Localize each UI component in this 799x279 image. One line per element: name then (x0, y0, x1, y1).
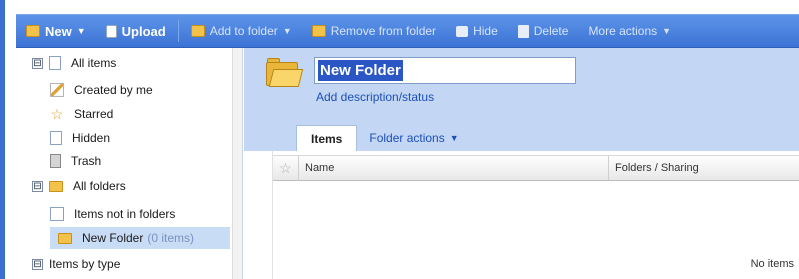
sidebar-item-label: New Folder (82, 231, 144, 245)
folder-icon (49, 180, 63, 192)
folder-name-input[interactable]: New Folder (314, 57, 576, 84)
folder-open-icon (58, 232, 72, 244)
document-icon (49, 56, 61, 70)
upload-icon (105, 24, 117, 38)
folder-icon (190, 25, 205, 37)
remove-folder-icon (311, 25, 326, 37)
sidebar-item-created-by-me[interactable]: Created by me (50, 79, 153, 101)
add-to-folder-button[interactable]: Add to folder ▼ (181, 15, 302, 47)
add-to-folder-label: Add to folder (209, 24, 278, 38)
sidebar-item-all-folders[interactable]: ⊟ All folders (32, 175, 126, 197)
new-button-label: New (45, 23, 72, 39)
upload-button-label: Upload (121, 23, 166, 39)
trash-icon (517, 24, 529, 38)
remove-from-folder-button[interactable]: Remove from folder (302, 15, 446, 47)
chevron-down-icon: ▼ (449, 133, 459, 143)
toolbar-divider (177, 20, 179, 42)
tab-folder-actions[interactable]: Folder actions ▼ (357, 125, 470, 151)
tab-items[interactable]: Items (296, 125, 358, 151)
chevron-down-icon: ▼ (282, 26, 292, 36)
sidebar-item-label: Items not in folders (74, 207, 176, 221)
toolbar: New ▼ Upload Add to folder ▼ Remove from… (16, 14, 799, 48)
new-button[interactable]: New ▼ (16, 15, 96, 47)
delete-button[interactable]: Delete (508, 15, 579, 47)
trash-icon (50, 154, 61, 168)
folder-item-count: (0 items) (147, 231, 195, 245)
list-gutter (244, 151, 273, 279)
star-column-icon[interactable]: ☆ (273, 155, 299, 181)
sidebar-scrollbar[interactable] (232, 48, 242, 279)
hidden-document-icon (50, 131, 62, 145)
add-description-link[interactable]: Add description/status (316, 90, 434, 104)
folder-actions-label: Folder actions (369, 131, 445, 145)
sidebar-item-label: Created by me (74, 83, 153, 97)
column-name[interactable]: Name (299, 156, 609, 180)
more-actions-button[interactable]: More actions ▼ (578, 15, 681, 47)
unfiled-items-icon (50, 207, 64, 221)
column-folders-sharing[interactable]: Folders / Sharing (609, 156, 699, 180)
remove-from-folder-label: Remove from folder (330, 24, 437, 38)
sidebar-item-label: Starred (74, 107, 114, 121)
sidebar-item-new-folder[interactable]: New Folder (0 items) (50, 227, 230, 249)
sidebar: ⊟ All items Created by me ☆ Starred Hidd… (16, 48, 243, 279)
sidebar-item-all-items[interactable]: ⊟ All items (32, 52, 116, 74)
sidebar-item-items-not-in-folders[interactable]: Items not in folders (50, 203, 175, 225)
hide-icon (456, 25, 469, 37)
collapse-toggle-icon[interactable]: ⊟ (32, 57, 43, 69)
collapse-toggle-icon[interactable]: ⊟ (32, 180, 43, 192)
sidebar-item-label: Trash (71, 154, 102, 168)
sidebar-item-label: All items (71, 56, 117, 70)
folder-tabs: Items Folder actions ▼ (296, 125, 471, 151)
open-folder-icon (266, 58, 304, 88)
more-actions-label: More actions (588, 24, 658, 38)
chevron-down-icon: ▼ (662, 26, 672, 36)
sidebar-item-starred[interactable]: ☆ Starred (50, 103, 114, 125)
star-icon: ☆ (50, 106, 64, 122)
collapse-toggle-icon[interactable]: ⊟ (32, 258, 43, 270)
hide-button[interactable]: Hide (446, 15, 508, 47)
left-accent-bar (0, 0, 5, 279)
delete-label: Delete (533, 24, 569, 38)
new-folder-icon (26, 25, 40, 37)
sidebar-item-items-by-type[interactable]: ⊟ Items by type (32, 253, 120, 275)
empty-list-text: No items (750, 258, 794, 270)
sidebar-item-label: Items by type (49, 257, 121, 271)
hide-label: Hide (473, 24, 498, 38)
sidebar-item-trash[interactable]: Trash (50, 150, 101, 172)
chevron-down-icon: ▼ (76, 26, 86, 36)
sidebar-item-label: All folders (73, 179, 126, 193)
sidebar-item-label: Hidden (72, 131, 111, 145)
pencil-icon (50, 83, 64, 97)
sidebar-item-hidden[interactable]: Hidden (50, 127, 110, 149)
list-column-header: ☆ Name Folders / Sharing (273, 155, 799, 181)
folder-name-value: New Folder (318, 60, 403, 81)
folder-header: New Folder Add description/status Items … (244, 48, 799, 151)
upload-button[interactable]: Upload (96, 15, 176, 47)
